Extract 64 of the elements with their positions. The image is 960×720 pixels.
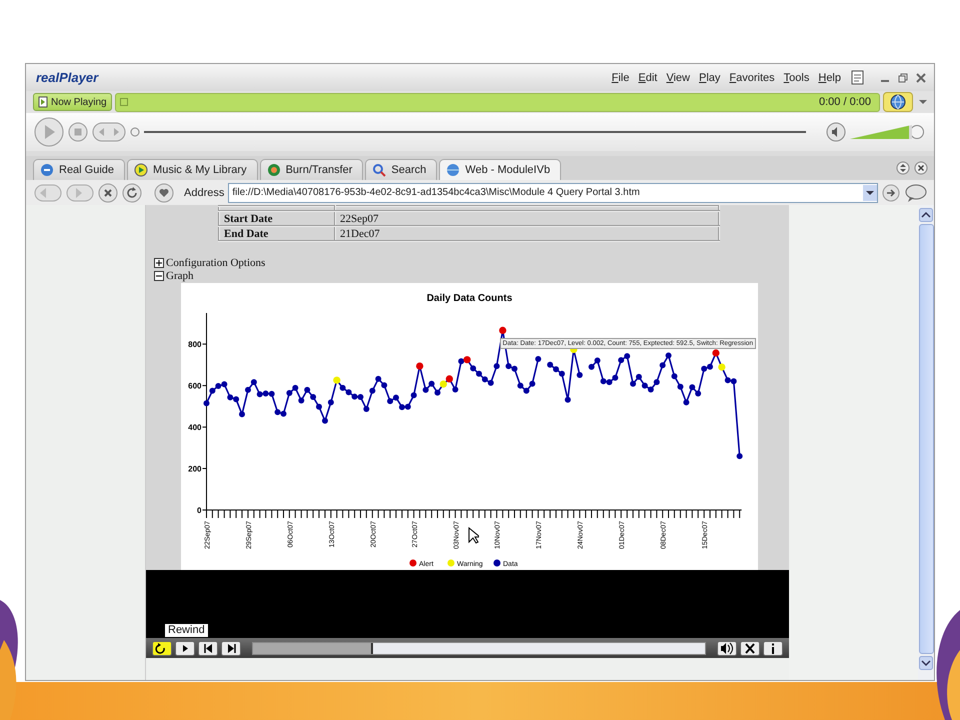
menu-item[interactable]: Favorites <box>729 72 775 84</box>
info-button[interactable] <box>763 640 783 656</box>
play-button[interactable] <box>175 640 195 656</box>
menu-item[interactable]: Help <box>818 72 841 84</box>
menu-item[interactable]: File <box>612 72 630 84</box>
square-icon <box>120 98 128 106</box>
globe-button[interactable] <box>883 92 913 112</box>
address-label: Address <box>184 186 224 198</box>
axis-label: 400 <box>188 423 202 432</box>
section-toggle[interactable]: Configuration Options <box>166 256 266 268</box>
play-icon <box>134 163 148 177</box>
axis-label: 0 <box>197 506 202 515</box>
time-display: 0:00 / 0:00 <box>819 96 871 108</box>
menu-item[interactable]: Edit <box>638 72 658 84</box>
rewind-button[interactable] <box>152 640 172 656</box>
restore-icon[interactable] <box>898 72 908 82</box>
menu-item[interactable]: Play <box>699 72 720 84</box>
search-icon <box>372 163 386 177</box>
volume-icon[interactable] <box>826 122 846 142</box>
scrollbar-thumb[interactable] <box>918 224 934 654</box>
section-toggle[interactable]: Graph <box>166 270 194 282</box>
now-playing-button[interactable]: Now Playing <box>33 93 112 111</box>
address-field[interactable]: file://D:\Media\40708176-953b-4e02-8c91-ad1354bc4ca3\Misc\Module 4 Query Portal 3.htm <box>228 182 878 202</box>
chart-title: Daily Data Counts <box>426 293 512 304</box>
speech-bubble-icon[interactable] <box>904 182 928 202</box>
axis-label: 800 <box>188 340 202 350</box>
table-cell: End Date <box>219 226 335 241</box>
page-icon[interactable] <box>850 70 866 86</box>
table-cell: 21Dec07 <box>335 226 719 241</box>
refresh-icon[interactable] <box>122 182 142 202</box>
scroll-tabs-icon[interactable] <box>896 161 910 175</box>
seek-thumb[interactable] <box>130 127 140 137</box>
close-button[interactable] <box>740 640 760 656</box>
close-icon[interactable] <box>916 72 926 82</box>
go-icon[interactable] <box>882 184 900 202</box>
tab[interactable]: Real Guide <box>33 159 126 180</box>
tab[interactable]: Web - ModuleIVb <box>439 159 562 180</box>
app-logo: realPlayer <box>36 70 98 85</box>
skip-buttons[interactable] <box>92 122 126 142</box>
next-button[interactable] <box>221 640 241 656</box>
close-icon[interactable] <box>914 161 928 175</box>
scroll-down-icon[interactable] <box>919 656 933 670</box>
tab[interactable]: Search <box>365 159 438 180</box>
cursor-icon <box>468 527 479 544</box>
scroll-up-icon[interactable] <box>919 208 933 222</box>
progress-track[interactable] <box>252 642 706 654</box>
axis-label: 200 <box>188 464 202 474</box>
previous-button[interactable] <box>198 640 218 656</box>
axis-label: 600 <box>188 382 202 391</box>
stop-button[interactable] <box>98 182 118 202</box>
menu-item[interactable]: Tools <box>784 72 810 84</box>
tab[interactable]: Burn/Transfer <box>260 159 364 180</box>
media-file-icon <box>38 96 48 108</box>
volume-button[interactable] <box>717 640 737 656</box>
caret-icon[interactable] <box>863 184 877 200</box>
table-cell: Start Date <box>219 211 335 226</box>
expand-icon[interactable] <box>154 258 164 268</box>
table-cell: 22Sep07 <box>335 211 719 226</box>
collapse-icon[interactable] <box>154 270 164 280</box>
menu-item[interactable]: View <box>666 72 690 84</box>
stop-button[interactable] <box>68 122 88 142</box>
tab[interactable]: Music & My Library <box>127 159 258 180</box>
globe-icon <box>446 163 460 177</box>
tooltip: Rewind <box>164 623 209 638</box>
